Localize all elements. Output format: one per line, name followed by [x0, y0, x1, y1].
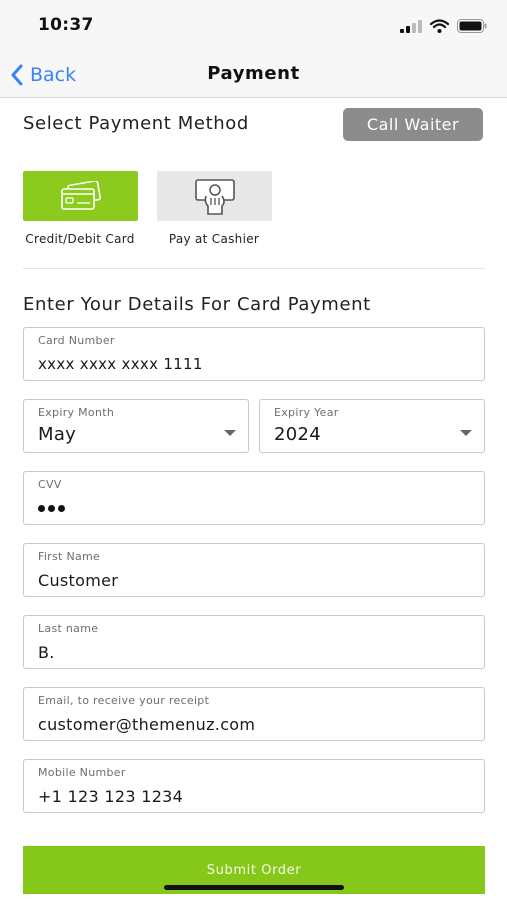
email-field[interactable]: Email, to receive your receipt customer@…: [23, 687, 485, 741]
first-name-field[interactable]: First Name Customer: [23, 543, 485, 597]
signal-icon: [400, 19, 422, 33]
expiry-year-value: 2024: [274, 424, 322, 445]
expiry-month-value: May: [38, 424, 77, 445]
chevron-down-icon: [224, 430, 236, 436]
email-value: customer@themenuz.com: [38, 715, 256, 734]
cvv-masked-value: [38, 505, 65, 512]
expiry-month-select[interactable]: Expiry Month May: [23, 399, 249, 453]
expiry-month-label: Expiry Month: [38, 406, 115, 419]
first-name-value: Customer: [38, 571, 119, 590]
cash-payment-icon: [194, 179, 235, 215]
last-name-value: B.: [38, 643, 55, 662]
card-details-heading: Enter Your Details For Card Payment: [23, 294, 371, 315]
chevron-down-icon: [460, 430, 472, 436]
last-name-label: Last name: [38, 622, 99, 635]
status-bar: 10:37: [0, 0, 507, 52]
card-number-field[interactable]: Card Number xxxx xxxx xxxx 1111: [23, 327, 485, 381]
payment-method-heading: Select Payment Method: [23, 113, 249, 134]
credit-card-label: Credit/Debit Card: [25, 232, 135, 246]
battery-icon: [457, 19, 487, 33]
page-title: Payment: [207, 63, 300, 84]
divider: [23, 268, 485, 269]
expiry-year-select[interactable]: Expiry Year 2024: [259, 399, 485, 453]
expiry-year-label: Expiry Year: [274, 406, 339, 419]
pay-at-cashier-option[interactable]: [157, 171, 272, 221]
card-number-label: Card Number: [38, 334, 115, 347]
pay-at-cashier-label: Pay at Cashier: [168, 232, 260, 246]
mobile-number-field[interactable]: Mobile Number +1 123 123 1234: [23, 759, 485, 813]
card-number-value: xxxx xxxx xxxx 1111: [38, 355, 203, 373]
credit-card-icon: [60, 181, 101, 210]
call-waiter-button[interactable]: Call Waiter: [343, 108, 483, 141]
status-icons: [400, 18, 487, 34]
cvv-field[interactable]: CVV: [23, 471, 485, 525]
cvv-label: CVV: [38, 478, 62, 491]
wifi-icon: [430, 19, 449, 33]
navigation-bar: Back Payment: [0, 52, 507, 98]
email-label: Email, to receive your receipt: [38, 694, 210, 707]
mobile-number-label: Mobile Number: [38, 766, 126, 779]
mobile-number-value: +1 123 123 1234: [38, 787, 184, 806]
home-indicator: [164, 885, 344, 890]
credit-card-option[interactable]: [23, 171, 138, 221]
first-name-label: First Name: [38, 550, 101, 563]
last-name-field[interactable]: Last name B.: [23, 615, 485, 669]
status-time: 10:37: [38, 15, 94, 35]
